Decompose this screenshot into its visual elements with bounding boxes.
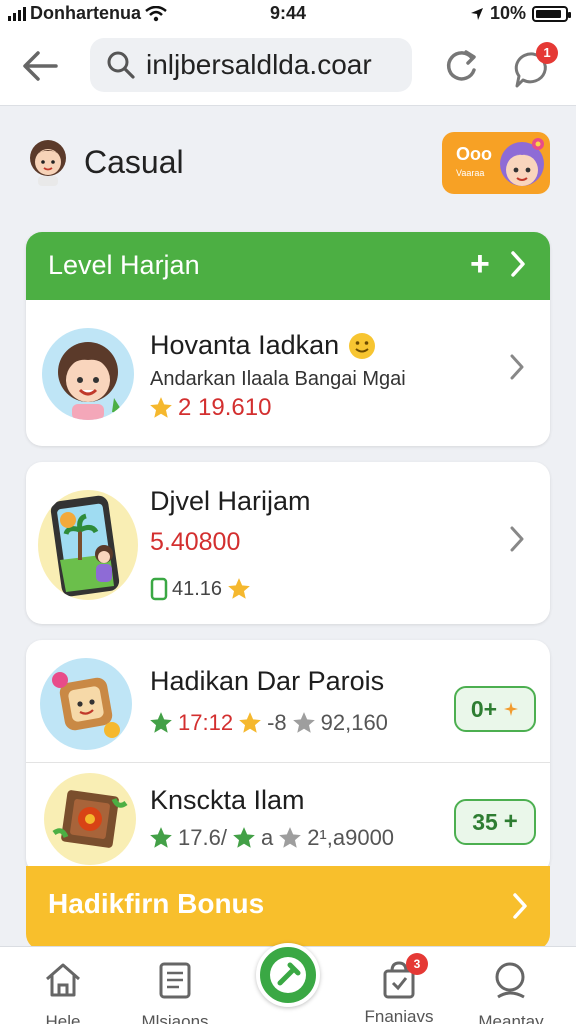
chevron-right-icon[interactable] [510, 526, 524, 552]
girl-character-icon [500, 138, 544, 186]
missions-list-icon [159, 962, 191, 999]
bonus-banner[interactable]: Hadikfirn Bonus [26, 866, 550, 950]
plus-icon: + [503, 808, 518, 835]
item-score: 2 19.610 [148, 394, 271, 422]
boy-character-icon [58, 342, 124, 420]
tab-badge: 3 [406, 953, 428, 975]
card-stat: 41.16 [150, 576, 252, 602]
chevron-right-icon[interactable] [510, 250, 526, 278]
tab-label: Mlsiaons [141, 1012, 209, 1024]
game-thumbnail [38, 490, 138, 600]
list-item[interactable]: Knsckta Ilam 17.6/ a 2¹,a9000 35 + [26, 763, 550, 874]
item-title: Hovanta Iadkan [150, 330, 377, 361]
promo-banner[interactable]: Ooo Vaaraa [442, 132, 550, 194]
browser-toolbar: inljbersaldlda.coar 1 [0, 26, 576, 106]
card-title: Djvel Harijam [150, 486, 311, 516]
star-icon [292, 712, 315, 733]
tab-home[interactable]: Hele [8, 959, 118, 1024]
phone-scene-icon [50, 495, 120, 597]
notification-badge: 1 [536, 42, 558, 64]
tab-missions[interactable]: Mlsiaons [120, 959, 230, 1024]
star-icon [239, 712, 261, 733]
card-value: 5.40800 [150, 528, 241, 556]
toast-character-icon [52, 672, 120, 738]
hammer-icon [270, 957, 306, 993]
chat-button[interactable]: 1 [510, 42, 560, 92]
url-text: inljbersaldlda.coar [146, 49, 372, 80]
sparkle-icon [504, 702, 519, 716]
promo-top-text: Ooo [456, 144, 492, 164]
page-title: Casual [84, 144, 184, 180]
item-thumbnail [40, 658, 132, 750]
star-icon [150, 397, 172, 418]
chest-icon [52, 790, 128, 848]
tab-label: Meantay [478, 1012, 544, 1024]
item-stats: 17.6/ a 2¹,a9000 [148, 825, 394, 851]
list-item[interactable]: Hadikan Dar Parois 17:12 -8 92,160 0+ [26, 640, 550, 762]
battery-icon [532, 5, 571, 22]
phone-outline-icon [150, 577, 168, 601]
star-icon [233, 827, 255, 848]
chevron-right-icon[interactable] [510, 354, 524, 380]
category-header: Casual Ooo Vaaraa [26, 132, 550, 196]
list-item[interactable]: Hovanta Iadkan Andarkan Ilaala Bangai Mg… [26, 300, 550, 446]
item-title: Hadikan Dar Parois [150, 666, 385, 696]
star-icon [279, 827, 302, 848]
avatar-icon [30, 140, 66, 186]
item-title: Knsckta Ilam [150, 785, 305, 815]
star-icon [150, 827, 172, 848]
level-panel-header[interactable]: Level Harjan + [26, 232, 550, 300]
tab-favorites[interactable]: 3 Fnaniavs [344, 953, 454, 1024]
location-arrow-icon [470, 7, 483, 20]
item-thumbnail [44, 773, 136, 865]
tab-label: Hele [45, 1012, 81, 1024]
reload-icon[interactable] [440, 46, 484, 86]
reward-list: Hadikan Dar Parois 17:12 -8 92,160 0+ Kn… [26, 640, 550, 874]
search-icon [107, 51, 135, 79]
search-icon [495, 962, 525, 999]
star-icon [150, 712, 172, 733]
tab-search[interactable]: Meantay [456, 959, 566, 1024]
battery-percent: 10% [489, 3, 526, 23]
item-stats: 17:12 -8 92,160 [148, 710, 388, 736]
level-panel-title: Level Harjan [48, 250, 200, 280]
home-icon [46, 963, 80, 997]
star-icon [228, 578, 250, 599]
status-bar: Donhartenua 9:44 10% [0, 0, 576, 26]
add-icon[interactable]: + [470, 246, 490, 282]
reward-button[interactable]: 35 + [454, 799, 536, 845]
character-thumbnail [42, 328, 134, 420]
bottom-navigation: Hele Mlsiaons 3 Fnaniavs Meantay [0, 943, 576, 1024]
play-button[interactable] [256, 943, 320, 1007]
reward-button[interactable]: 0+ [454, 686, 536, 732]
chevron-right-icon [513, 893, 527, 919]
item-subtitle: Andarkan Ilaala Bangai Mgai [150, 368, 406, 390]
back-arrow-icon[interactable] [18, 44, 64, 88]
level-panel: Level Harjan + Hovanta Iadkan Andarkan I… [26, 232, 550, 446]
address-bar[interactable]: inljbersaldlda.coar [90, 38, 412, 92]
bonus-title: Hadikfirn Bonus [48, 888, 265, 919]
smiley-icon [349, 332, 376, 359]
promo-bottom-text: Vaaraa [456, 168, 485, 178]
game-card[interactable]: Djvel Harijam 5.40800 41.16 [26, 462, 550, 624]
tab-label: Fnaniavs [364, 1007, 434, 1024]
